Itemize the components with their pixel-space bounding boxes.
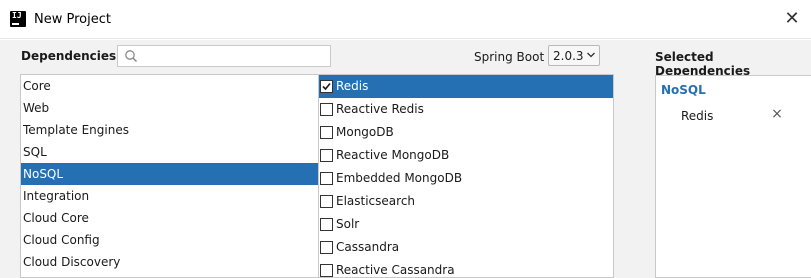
spring-boot-version-select[interactable]: 2.0.3 (548, 45, 600, 66)
dependency-label: Cassandra (336, 240, 400, 254)
checkbox-icon[interactable] (320, 149, 333, 162)
search-icon (125, 50, 138, 63)
dependency-item-embedded-mongodb[interactable]: Embedded MongoDB (319, 167, 613, 190)
selected-dependencies-title: Selected Dependencies (655, 50, 751, 78)
dependency-label: Reactive Cassandra (336, 263, 455, 277)
dialog-content: Dependencies Spring Boot 2.0.3 Selected … (0, 40, 811, 278)
search-input[interactable] (140, 47, 328, 65)
category-item-web[interactable]: Web (21, 97, 318, 119)
checkbox-icon[interactable] (320, 241, 333, 254)
category-item-template-engines[interactable]: Template Engines (21, 119, 318, 141)
dependencies-label: Dependencies (21, 49, 117, 63)
category-item-sql[interactable]: SQL (21, 141, 318, 163)
dependency-item-solr[interactable]: Solr (319, 213, 613, 236)
category-item-cloud-discovery[interactable]: Cloud Discovery (21, 251, 318, 273)
checkbox-checked-icon[interactable] (320, 80, 333, 93)
dependency-item-cassandra[interactable]: Cassandra (319, 236, 613, 259)
category-list[interactable]: Core Web Template Engines SQL NoSQL Integrati… (20, 74, 318, 278)
spring-boot-label: Spring Boot (474, 50, 545, 64)
dependency-label: Redis (336, 79, 369, 93)
dependency-label: MongoDB (336, 125, 394, 139)
selected-category-heading: NoSQL (661, 83, 706, 97)
category-item-core[interactable]: Core (21, 75, 318, 97)
remove-dependency-icon[interactable]: × (770, 106, 784, 122)
dependency-item-elasticsearch[interactable]: Elasticsearch (319, 190, 613, 213)
chevron-down-icon (587, 52, 595, 58)
category-item-nosql[interactable]: NoSQL (21, 163, 318, 185)
dependency-label: Elasticsearch (336, 194, 416, 208)
category-item-integration[interactable]: Integration (21, 185, 318, 207)
category-item-cloud-config[interactable]: Cloud Config (21, 229, 318, 251)
checkbox-icon[interactable] (320, 126, 333, 139)
dependency-label: Reactive MongoDB (336, 148, 450, 162)
dependency-list[interactable]: Redis Reactive Redis MongoDB Reactive Mongo… (318, 74, 614, 278)
window-title: New Project (34, 12, 111, 27)
dependency-item-mongodb[interactable]: MongoDB (319, 121, 613, 144)
category-item-cloud-core[interactable]: Cloud Core (21, 207, 318, 229)
dependency-label: Solr (336, 217, 360, 231)
checkbox-icon[interactable] (320, 103, 333, 116)
dependency-item-reactive-redis[interactable]: Reactive Redis (319, 98, 613, 121)
selected-dependency-label: Redis (681, 109, 714, 123)
search-box[interactable] (117, 45, 331, 67)
title-bar: IJ New Project ✕ (0, 0, 811, 39)
dependency-item-reactive-cassandra[interactable]: Reactive Cassandra (319, 259, 613, 277)
checkbox-icon[interactable] (320, 172, 333, 185)
checkbox-icon[interactable] (320, 218, 333, 231)
spring-boot-version-value: 2.0.3 (553, 49, 584, 63)
dependency-label: Reactive Redis (336, 102, 424, 116)
checkbox-icon[interactable] (320, 264, 333, 277)
checkbox-icon[interactable] (320, 195, 333, 208)
selected-dependencies-panel: NoSQL Redis × (655, 75, 811, 278)
close-icon[interactable]: ✕ (778, 6, 806, 32)
intellij-idea-icon: IJ (10, 11, 26, 27)
dependency-label: Embedded MongoDB (336, 171, 463, 185)
dependency-item-reactive-mongodb[interactable]: Reactive MongoDB (319, 144, 613, 167)
dependency-item-redis[interactable]: Redis (319, 75, 613, 98)
